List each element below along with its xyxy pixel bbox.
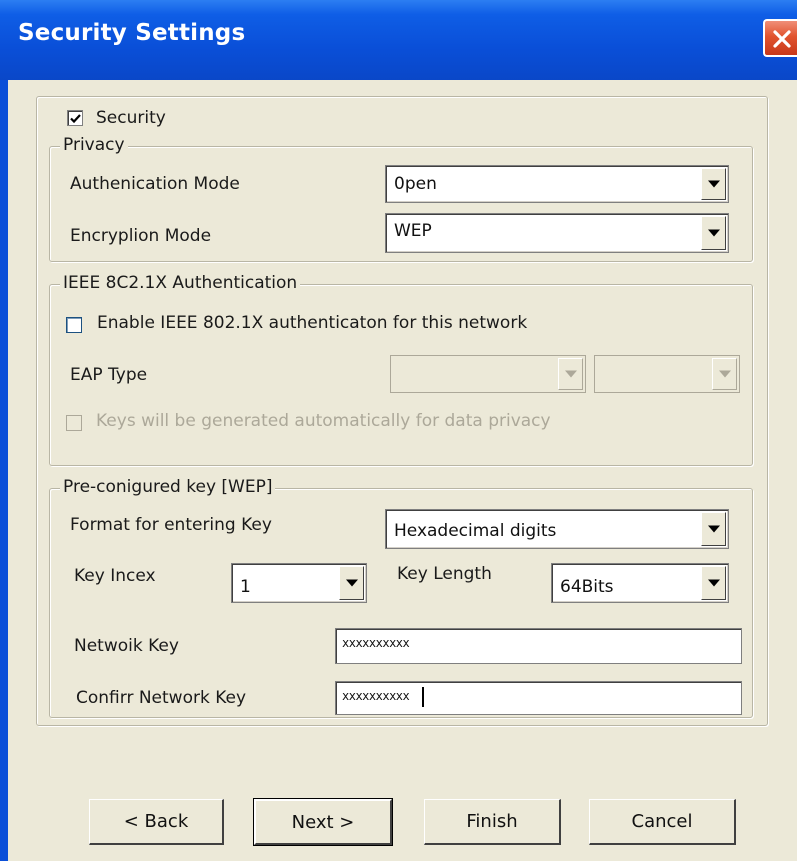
cancel-button[interactable]: Cancel (589, 799, 736, 845)
eap-type-select[interactable] (390, 355, 586, 393)
dropdown-arrow-icon (564, 370, 577, 378)
auth-mode-label: Authenication Mode (70, 174, 240, 194)
ieee-8021x-legend: IEEE 8C2.1X Authentication (60, 273, 301, 293)
auth-mode-dropdown-button[interactable] (701, 168, 726, 200)
key-index-dropdown-button[interactable] (339, 566, 364, 600)
text-cursor (422, 687, 424, 707)
dropdown-arrow-icon (707, 180, 720, 188)
security-settings-window: Security Settings Security Privacy Authe… (0, 0, 797, 861)
enable-8021x-checkbox[interactable] (66, 317, 82, 333)
confirm-network-key-value: xxxxxxxxxx (342, 689, 410, 703)
eap-type-dropdown-button[interactable] (558, 358, 583, 390)
key-index-value: 1 (240, 577, 251, 597)
close-button[interactable] (763, 19, 797, 57)
privacy-legend: Privacy (60, 135, 128, 155)
security-checkbox-label: Security (96, 108, 166, 128)
key-format-dropdown-button[interactable] (701, 512, 726, 546)
network-key-value: xxxxxxxxxx (342, 636, 410, 650)
wep-key-legend: Pre-conigured key [WEP] (60, 477, 276, 497)
key-index-select[interactable]: 1 (231, 563, 367, 603)
dropdown-arrow-icon (707, 229, 720, 237)
auth-mode-select[interactable]: 0pen (385, 165, 729, 203)
key-format-label: Format for entering Key (70, 515, 272, 535)
security-checkbox[interactable] (67, 110, 83, 126)
encryption-mode-select[interactable]: WEP (385, 213, 729, 253)
encryption-mode-dropdown-button[interactable] (701, 216, 726, 250)
checkmark-icon (70, 114, 81, 124)
key-format-value: Hexadecimal digits (394, 521, 557, 541)
auto-keys-label: Keys will be generated automatically for… (96, 411, 551, 431)
window-title: Security Settings (18, 20, 246, 46)
eap-subtype-dropdown-button[interactable] (712, 358, 737, 390)
key-length-value: 64Bits (560, 577, 614, 597)
dialog-client-area: Security Privacy Authenication Mode 0pen… (8, 80, 797, 861)
finish-button[interactable]: Finish (424, 799, 561, 845)
key-index-label: Key Incex (74, 566, 156, 586)
confirm-network-key-label: Confirr Network Key (76, 688, 247, 708)
auth-mode-value: 0pen (394, 174, 437, 194)
eap-type-label: EAP Type (70, 365, 148, 385)
key-length-select[interactable]: 64Bits (551, 563, 729, 603)
dropdown-arrow-icon (718, 370, 731, 378)
confirm-network-key-field[interactable]: xxxxxxxxxx (335, 681, 742, 715)
title-bar[interactable]: Security Settings (0, 0, 797, 80)
dropdown-arrow-icon (345, 579, 358, 587)
dropdown-arrow-icon (707, 579, 720, 587)
network-key-field[interactable]: xxxxxxxxxx (335, 628, 742, 664)
encryption-mode-label: Encryplion Mode (70, 226, 212, 246)
encryption-mode-value: WEP (394, 221, 432, 241)
enable-8021x-label: Enable IEEE 802.1X authenticaton for thi… (97, 313, 528, 333)
close-icon (773, 30, 791, 48)
dropdown-arrow-icon (707, 525, 720, 533)
next-button[interactable]: Next > (253, 798, 393, 846)
key-length-dropdown-button[interactable] (701, 566, 726, 600)
eap-subtype-select[interactable] (594, 355, 740, 393)
network-key-label: Netwoik Key (74, 636, 179, 656)
auto-keys-checkbox[interactable] (66, 415, 82, 431)
back-button[interactable]: < Back (89, 799, 224, 845)
key-length-label: Key Length (397, 564, 492, 584)
key-format-select[interactable]: Hexadecimal digits (385, 509, 729, 549)
